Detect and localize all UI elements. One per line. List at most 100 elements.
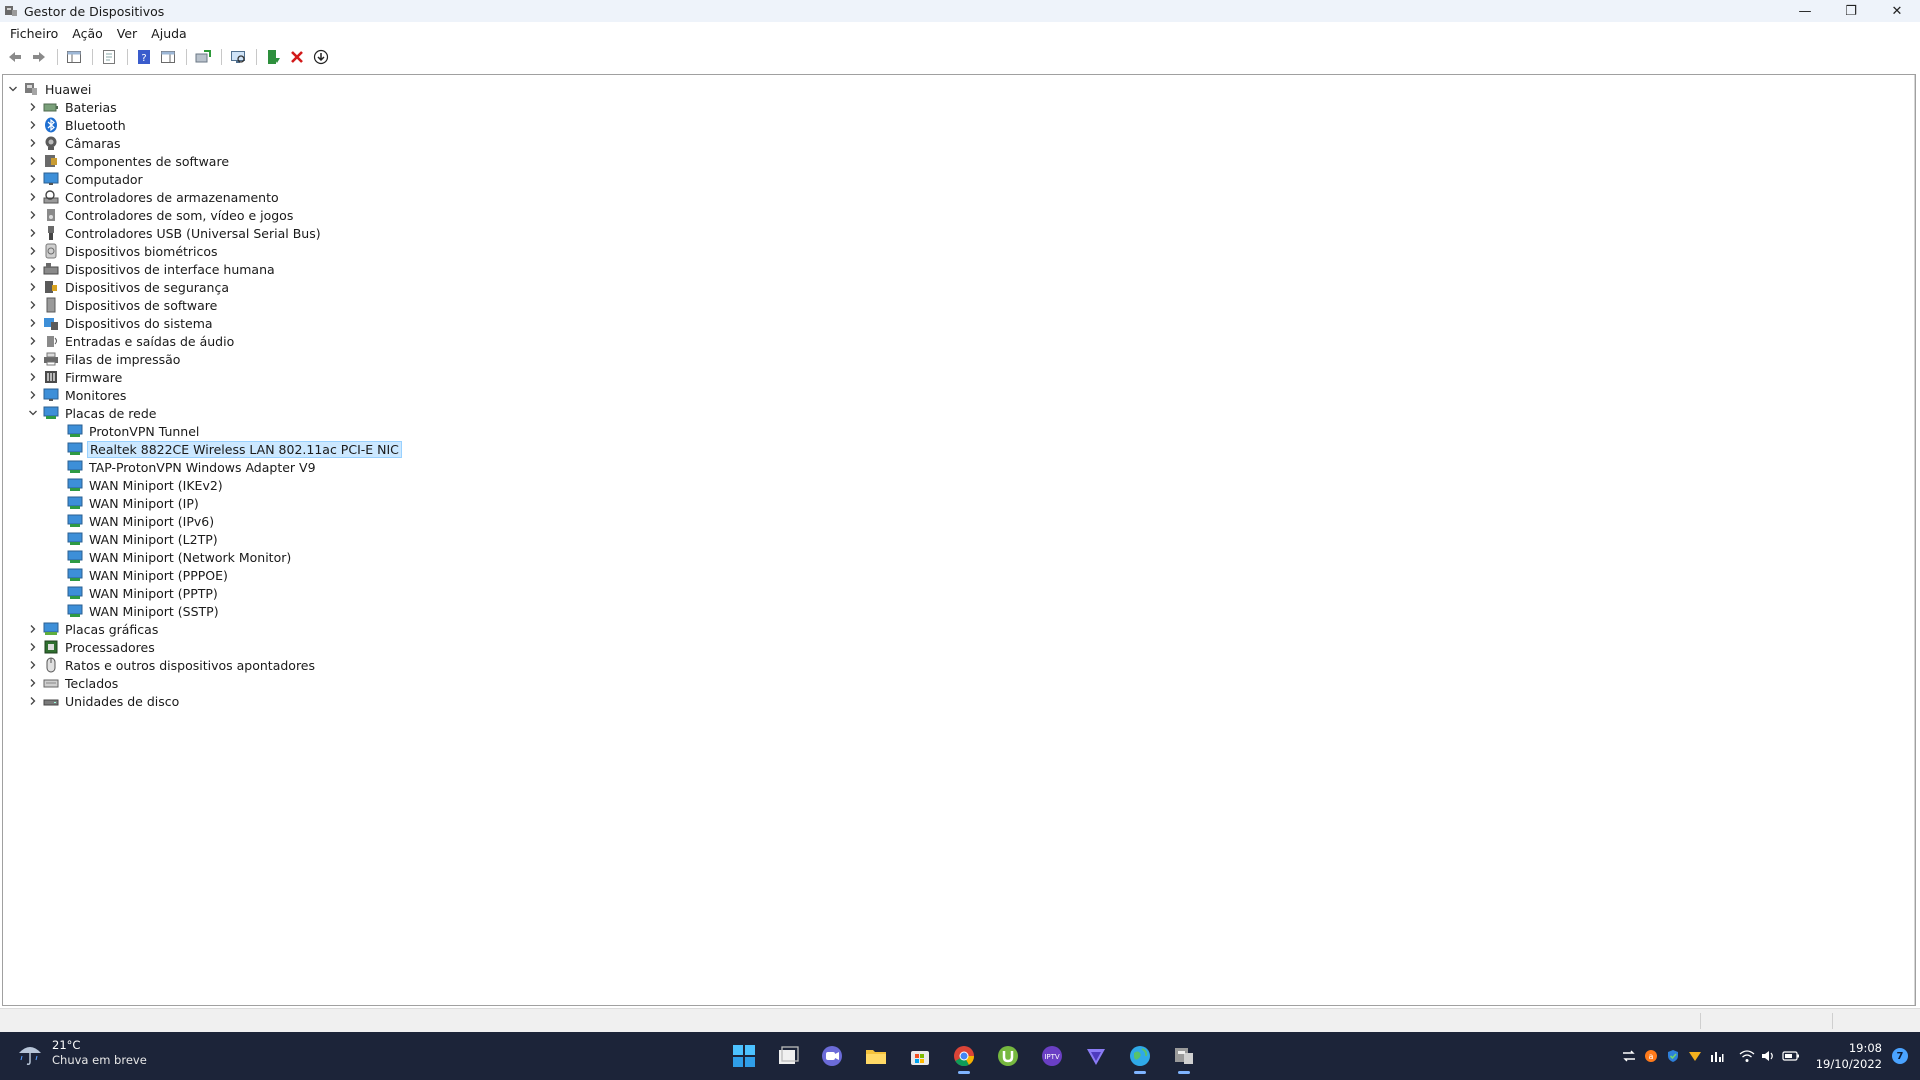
tree-category[interactable]: Dispositivos do sistema — [27, 314, 215, 332]
back-arrow-icon[interactable] — [4, 46, 26, 68]
chevron-down-icon[interactable] — [7, 80, 19, 98]
chevron-right-icon[interactable] — [27, 206, 39, 224]
chevron-right-icon[interactable] — [27, 170, 39, 188]
tree-category[interactable]: Processadores — [27, 638, 157, 656]
chevron-right-icon[interactable] — [27, 242, 39, 260]
properties-icon[interactable] — [98, 46, 120, 68]
file-explorer-icon[interactable] — [858, 1038, 894, 1074]
tree-category[interactable]: Dispositivos de segurança — [27, 278, 231, 296]
menu-action[interactable]: Ação — [66, 26, 109, 41]
network-adapter-item[interactable]: ProtonVPN Tunnel — [63, 422, 201, 440]
network-adapter-item-selected[interactable]: Realtek 8822CE Wireless LAN 802.11ac PCI… — [63, 440, 402, 458]
battery-icon[interactable] — [1780, 1045, 1802, 1067]
chevron-right-icon[interactable] — [27, 692, 39, 710]
tree-category-expanded[interactable]: Placas de rede — [27, 404, 158, 422]
tree-category[interactable]: Placas gráficas — [27, 620, 160, 638]
network-adapter-item[interactable]: WAN Miniport (IP) — [63, 494, 201, 512]
defender-icon[interactable] — [1662, 1045, 1684, 1067]
stats-icon[interactable] — [1706, 1045, 1728, 1067]
help-icon[interactable]: ? — [133, 46, 155, 68]
tree-category[interactable]: Controladores USB (Universal Serial Bus) — [27, 224, 323, 242]
enable-device-icon[interactable] — [262, 46, 284, 68]
chevron-right-icon[interactable] — [27, 386, 39, 404]
update-driver-icon[interactable] — [192, 46, 214, 68]
tree-category[interactable]: Baterias — [27, 98, 119, 116]
chevron-right-icon[interactable] — [27, 152, 39, 170]
close-button[interactable]: ✕ — [1874, 0, 1920, 22]
chevron-right-icon[interactable] — [27, 314, 39, 332]
protonvpn-icon[interactable] — [1684, 1045, 1706, 1067]
device-manager-icon[interactable] — [1166, 1038, 1202, 1074]
minimize-button[interactable]: — — [1782, 0, 1828, 22]
restore-button[interactable]: ❐ — [1828, 0, 1874, 22]
menu-file[interactable]: Ficheiro — [4, 26, 64, 41]
chrome-icon[interactable] — [946, 1038, 982, 1074]
chevron-right-icon[interactable] — [27, 296, 39, 314]
tree-category[interactable]: Dispositivos de interface humana — [27, 260, 277, 278]
tree-category[interactable]: Teclados — [27, 674, 120, 692]
tree-category[interactable]: Unidades de disco — [27, 692, 181, 710]
chevron-right-icon[interactable] — [27, 620, 39, 638]
sync-icon[interactable] — [1618, 1045, 1640, 1067]
tree-category[interactable]: Ratos e outros dispositivos apontadores — [27, 656, 317, 674]
chevron-right-icon[interactable] — [27, 350, 39, 368]
clock[interactable]: 19:08 19/10/2022 — [1816, 1040, 1882, 1072]
utorrent-icon[interactable] — [990, 1038, 1026, 1074]
network-adapter-item[interactable]: WAN Miniport (SSTP) — [63, 602, 221, 620]
action-pane-icon[interactable] — [157, 46, 179, 68]
tree-category[interactable]: Firmware — [27, 368, 124, 386]
store-icon[interactable] — [902, 1038, 938, 1074]
chevron-right-icon[interactable] — [27, 260, 39, 278]
chevron-right-icon[interactable] — [27, 98, 39, 116]
notification-badge[interactable]: 7 — [1892, 1048, 1908, 1064]
chevron-right-icon[interactable] — [27, 638, 39, 656]
chevron-right-icon[interactable] — [27, 368, 39, 386]
chevron-right-icon[interactable] — [27, 188, 39, 206]
menu-view[interactable]: Ver — [111, 26, 143, 41]
menu-help[interactable]: Ajuda — [145, 26, 193, 41]
network-adapter-item[interactable]: WAN Miniport (IKEv2) — [63, 476, 225, 494]
tree-category[interactable]: Monitores — [27, 386, 128, 404]
tree-category[interactable]: Câmaras — [27, 134, 123, 152]
tree-category[interactable]: Componentes de software — [27, 152, 231, 170]
volume-icon[interactable] — [1758, 1045, 1780, 1067]
network-adapter-item[interactable]: WAN Miniport (Network Monitor) — [63, 548, 293, 566]
forward-arrow-icon[interactable] — [28, 46, 50, 68]
tree-category[interactable]: Controladores de armazenamento — [27, 188, 281, 206]
chevron-right-icon[interactable] — [27, 278, 39, 296]
network-adapter-item[interactable]: WAN Miniport (PPPOE) — [63, 566, 230, 584]
tree-category[interactable]: Dispositivos de software — [27, 296, 219, 314]
chevron-right-icon[interactable] — [27, 674, 39, 692]
download-driver-icon[interactable] — [310, 46, 332, 68]
browser-globe-icon[interactable] — [1122, 1038, 1158, 1074]
device-tree-panel[interactable]: Huawei Baterias Bluetooth Câmaras Compon… — [2, 74, 1916, 1006]
tree-category[interactable]: Entradas e saídas de áudio — [27, 332, 236, 350]
chevron-right-icon[interactable] — [27, 332, 39, 350]
scan-hardware-icon[interactable] — [227, 46, 249, 68]
tree-category[interactable]: Dispositivos biométricos — [27, 242, 220, 260]
weather-widget[interactable]: 21°C Chuva em breve — [16, 1038, 147, 1068]
chevron-right-icon[interactable] — [27, 134, 39, 152]
show-hide-console-tree-icon[interactable] — [63, 46, 85, 68]
network-adapter-item[interactable]: TAP-ProtonVPN Windows Adapter V9 — [63, 458, 318, 476]
tree-category[interactable]: Filas de impressão — [27, 350, 182, 368]
chat-icon[interactable] — [814, 1038, 850, 1074]
avast-icon[interactable]: a — [1640, 1045, 1662, 1067]
vpn-icon[interactable] — [1078, 1038, 1114, 1074]
chevron-right-icon[interactable] — [27, 656, 39, 674]
chevron-down-icon[interactable] — [27, 404, 39, 422]
chevron-right-icon[interactable] — [27, 116, 39, 134]
chevron-right-icon[interactable] — [27, 224, 39, 242]
tree-category[interactable]: Bluetooth — [27, 116, 128, 134]
wifi-icon[interactable] — [1736, 1045, 1758, 1067]
tree-root[interactable]: Huawei — [7, 80, 93, 98]
start-icon[interactable] — [726, 1038, 762, 1074]
network-adapter-item[interactable]: WAN Miniport (L2TP) — [63, 530, 220, 548]
tree-category[interactable]: Computador — [27, 170, 145, 188]
task-view-icon[interactable] — [770, 1038, 806, 1074]
uninstall-device-icon[interactable] — [286, 46, 308, 68]
network-adapter-item[interactable]: WAN Miniport (PPTP) — [63, 584, 220, 602]
network-adapter-item[interactable]: WAN Miniport (IPv6) — [63, 512, 216, 530]
tree-category[interactable]: Controladores de som, vídeo e jogos — [27, 206, 295, 224]
iptv-icon[interactable]: IPTV — [1034, 1038, 1070, 1074]
